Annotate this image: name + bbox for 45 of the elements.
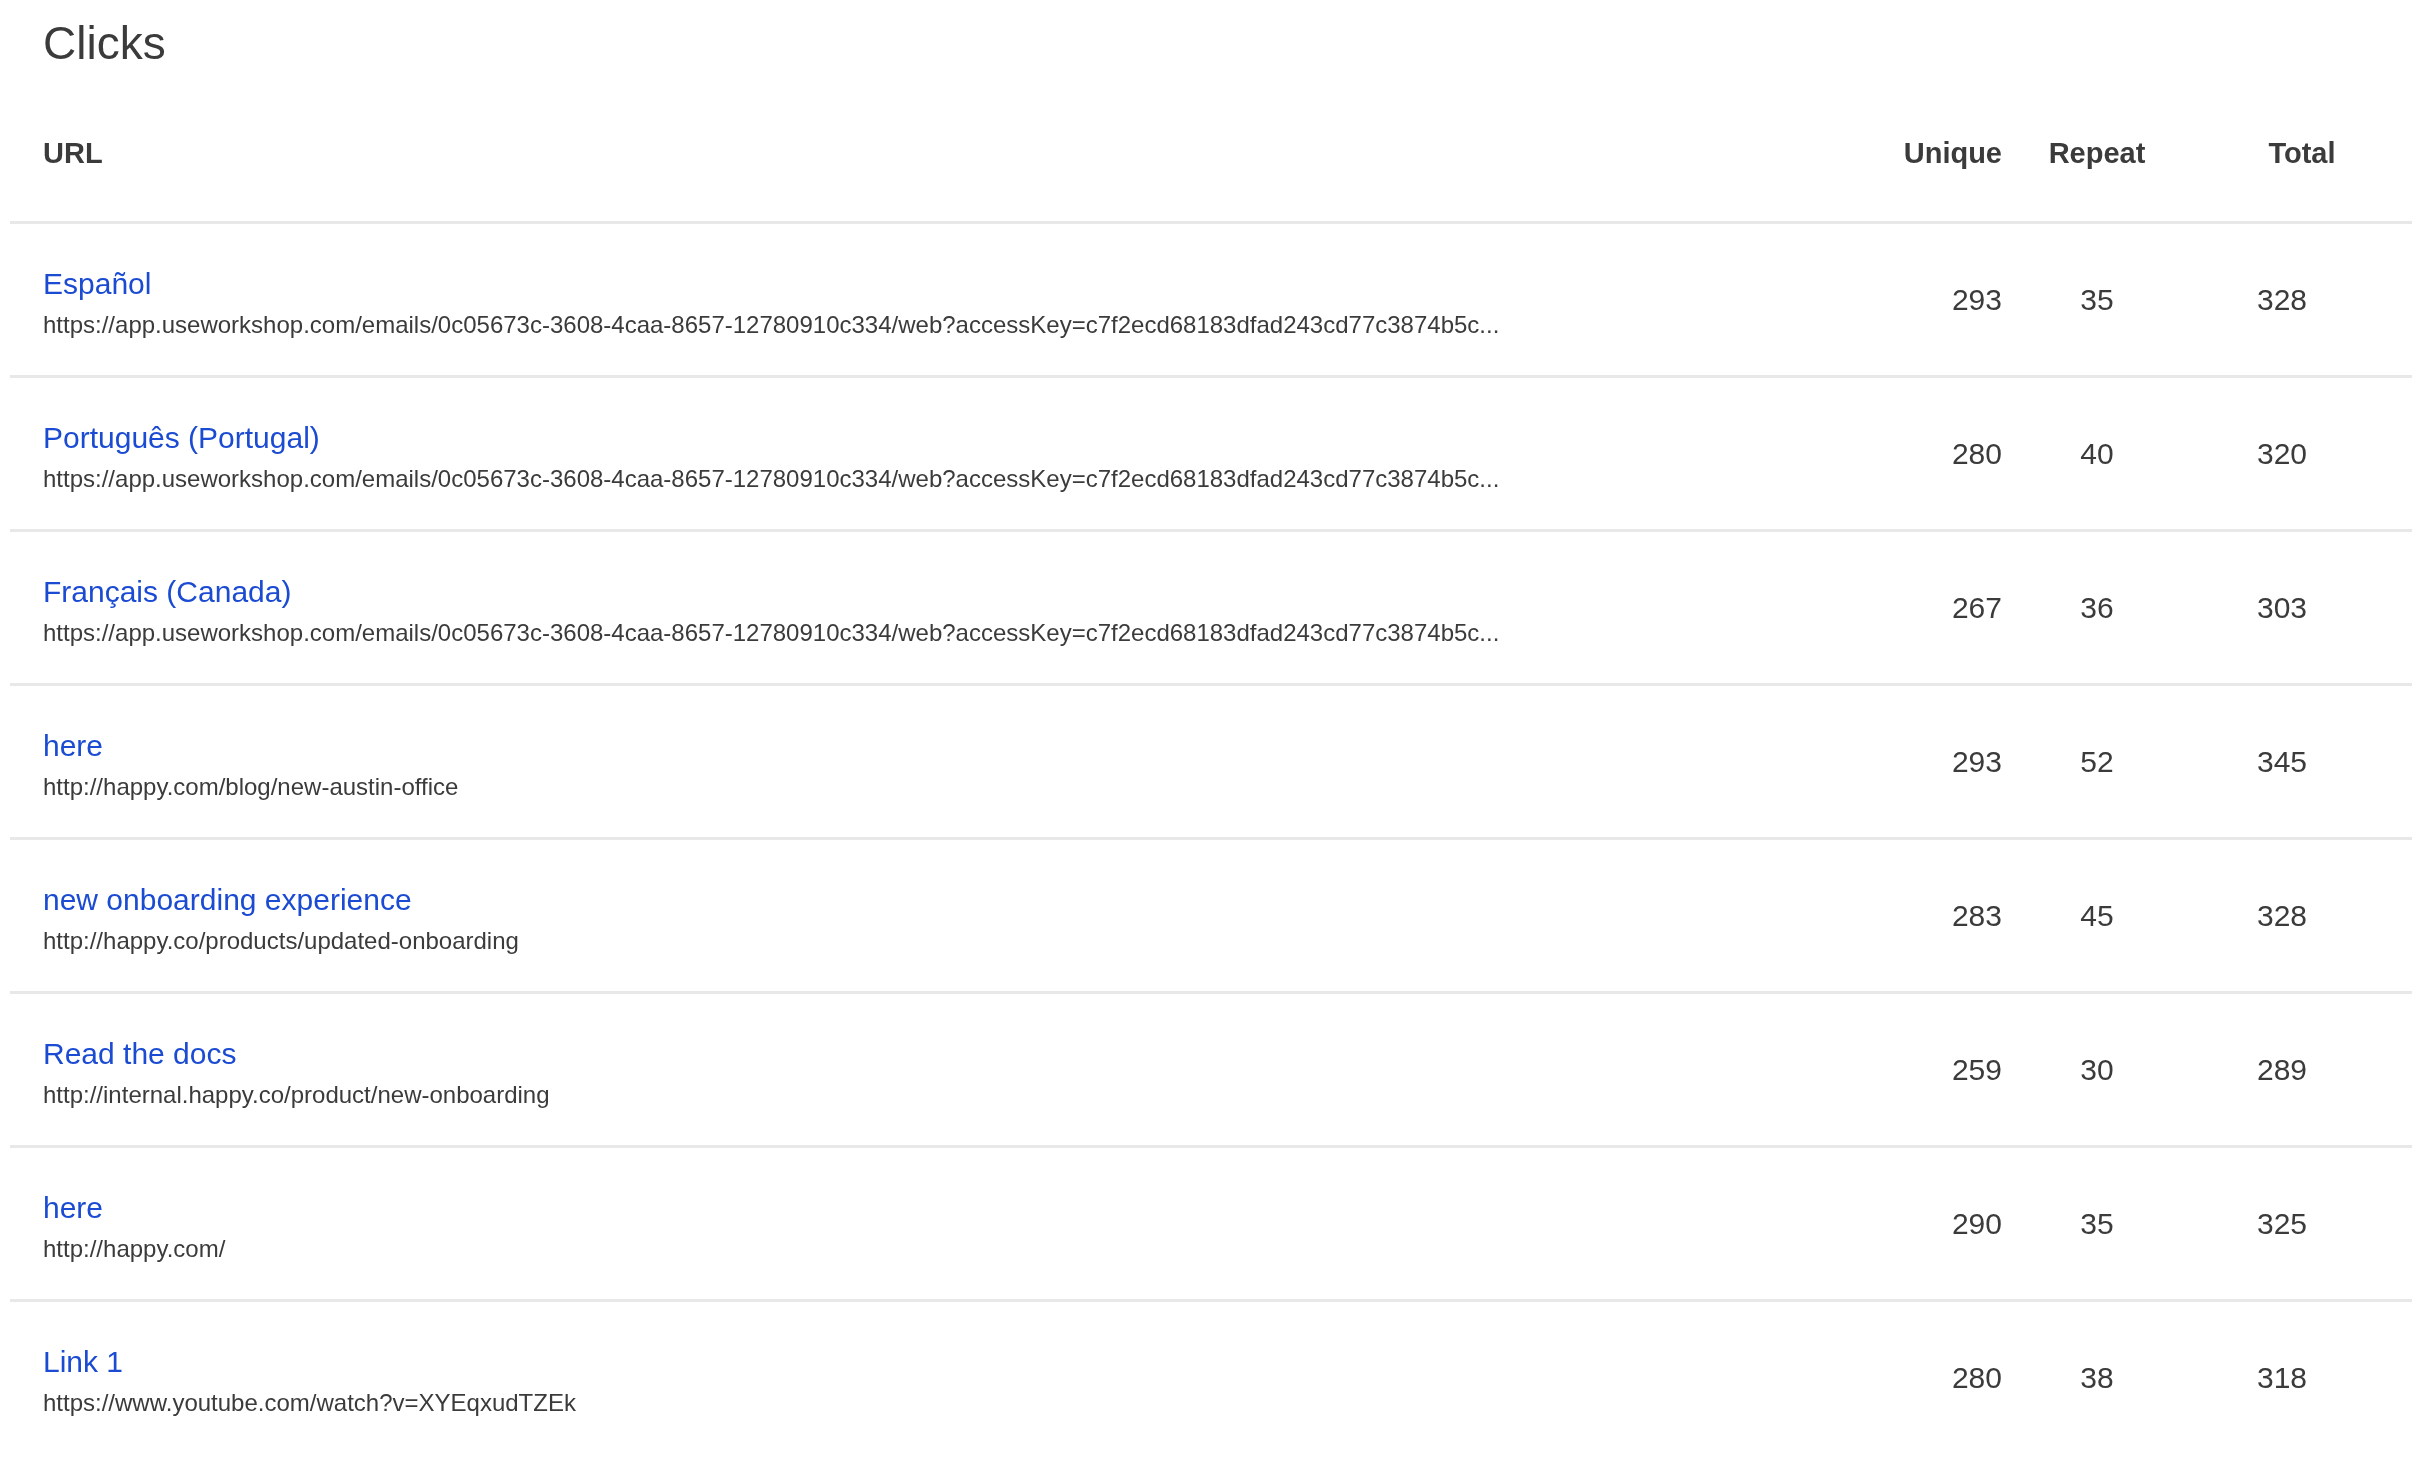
table-cell: 45 [2080, 898, 2114, 932]
table-cell: 35 [2080, 282, 2114, 316]
link[interactable]: Español [43, 266, 152, 301]
table-cell: 283 [1951, 898, 2002, 932]
url-text: http://internal.happy.co/product/new-onboarding [43, 1080, 550, 1109]
table-cell: 30 [2080, 1052, 2114, 1086]
table-cell: 289 [2256, 1052, 2308, 1086]
link[interactable]: here [43, 728, 104, 763]
url-text: https://app.useworkshop.com/emails/0c05673c-3608-4caa-8657-12780910c334/web?accessKey=c7f2ecd68183dfad243cd77c3874b5c... [43, 310, 1500, 339]
table-cell: 35 [2080, 1206, 2114, 1240]
table-cell: 325 [2256, 1206, 2308, 1240]
link[interactable]: Link 1 [43, 1344, 124, 1379]
url-text: https://app.useworkshop.com/emails/0c05673c-3608-4caa-8657-12780910c334/web?accessKey=c7f2ecd68183dfad243cd77c3874b5c... [43, 464, 1500, 493]
link[interactable]: Português (Portugal) [43, 420, 320, 455]
url-text: http://happy.co/products/updated-onboarding [43, 926, 519, 955]
link[interactable]: new onboarding experience [43, 882, 412, 917]
table-cell: 52 [2080, 744, 2114, 778]
table-cell: 259 [1951, 1052, 2002, 1086]
table-cell: 290 [1951, 1206, 2002, 1240]
table-cell: 280 [1951, 436, 2002, 470]
url-text: https://app.useworkshop.com/emails/0c05673c-3608-4caa-8657-12780910c334/web?accessKey=c7f2ecd68183dfad243cd77c3874b5c... [43, 618, 1500, 647]
column-header: Unique [1903, 137, 2002, 169]
link[interactable]: Français (Canada) [43, 574, 292, 609]
column-header: Repeat [2048, 137, 2146, 169]
page-title: Clicks [42, 16, 167, 71]
url-text: http://happy.com/ [43, 1234, 226, 1263]
table-cell: 280 [1951, 1360, 2002, 1394]
table-cell: 40 [2080, 436, 2114, 470]
table-cell: 36 [2080, 590, 2114, 624]
table-cell: 267 [1951, 590, 2002, 624]
table-cell: 293 [1951, 282, 2002, 316]
column-header: URL [43, 137, 103, 169]
table-cell: 38 [2080, 1360, 2114, 1394]
url-text: https://www.youtube.com/watch?v=XYEqxudTZEk [43, 1388, 576, 1417]
link[interactable]: Read the docs [43, 1036, 237, 1071]
table-cell: 303 [2256, 590, 2308, 624]
table-cell: 320 [2256, 436, 2308, 470]
table-cell: 318 [2256, 1360, 2308, 1394]
url-text: http://happy.com/blog/new-austin-office [43, 772, 459, 801]
link[interactable]: here [43, 1190, 104, 1225]
column-header: Total [2268, 137, 2336, 169]
table-cell: 345 [2256, 744, 2308, 778]
table-cell: 328 [2256, 898, 2308, 932]
table-cell: 293 [1951, 744, 2002, 778]
table-cell: 328 [2256, 282, 2308, 316]
